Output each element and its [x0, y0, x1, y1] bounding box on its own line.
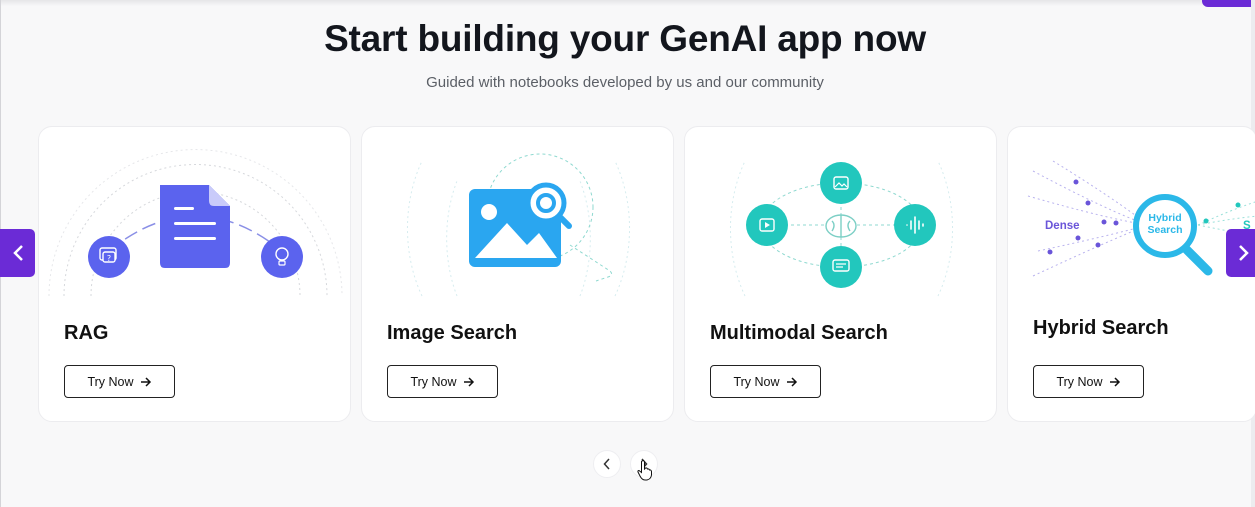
audio-modality-icon — [894, 204, 936, 246]
brain-icon — [825, 214, 857, 238]
arrow-right-icon — [786, 376, 797, 387]
card-title: RAG — [64, 322, 109, 344]
card-title: Image Search — [387, 322, 518, 344]
try-now-button[interactable]: Try Now — [1033, 365, 1144, 398]
dense-label: Dense — [1045, 220, 1080, 232]
hybrid-search-illustration: Dense S Hybrid Search — [1027, 160, 1255, 277]
image-modality-icon — [820, 162, 862, 204]
dense-dots — [1047, 179, 1119, 255]
section-title: Start building your GenAI app now — [324, 18, 926, 59]
carousel-next-button[interactable] — [1226, 229, 1255, 277]
top-shadow — [0, 0, 1255, 6]
button-label: Try Now — [410, 374, 457, 389]
chevron-left-icon — [603, 458, 610, 470]
try-now-button[interactable]: Try Now — [64, 365, 175, 398]
arrow-right-icon — [140, 376, 151, 387]
card-title: Multimodal Search — [710, 322, 888, 344]
button-label: Try Now — [87, 374, 134, 389]
chat-question-icon: ? — [88, 236, 130, 278]
corner-tab[interactable] — [1202, 0, 1255, 7]
card-title: Hybrid Search — [1033, 317, 1169, 339]
section-subtitle: Guided with notebooks developed by us an… — [426, 74, 824, 91]
image-search-illustration — [407, 153, 630, 297]
pager-prev-button[interactable] — [593, 450, 621, 478]
card-multimodal-search: Multimodal Search Try Now — [684, 126, 997, 422]
button-label: Try Now — [733, 374, 780, 389]
try-now-button[interactable]: Try Now — [710, 365, 821, 398]
svg-text:?: ? — [107, 254, 111, 263]
document-icon — [160, 185, 230, 268]
lightbulb-icon — [261, 236, 303, 278]
multimodal-illustration — [730, 160, 953, 297]
button-label: Try Now — [1056, 374, 1103, 389]
arrow-right-icon — [463, 376, 474, 387]
arrow-right-icon — [1109, 376, 1120, 387]
card-hybrid-search: Dense S Hybrid Search Hybrid Search Try … — [1007, 126, 1255, 422]
carousel-prev-button[interactable] — [0, 229, 35, 277]
chat-modality-icon — [820, 246, 862, 288]
hybrid-search-label: Hybrid — [1148, 212, 1181, 224]
try-now-button[interactable]: Try Now — [387, 365, 498, 398]
hand-cursor-icon — [637, 460, 652, 481]
card-rag: ? RAG Try Now — [38, 126, 351, 422]
chevron-left-icon — [12, 245, 23, 261]
hybrid-search-label-2: Search — [1147, 224, 1182, 236]
card-image-search: Image Search Try Now — [361, 126, 674, 422]
chevron-right-icon — [1238, 245, 1249, 261]
rag-illustration: ? — [48, 149, 343, 297]
video-modality-icon — [746, 204, 788, 246]
